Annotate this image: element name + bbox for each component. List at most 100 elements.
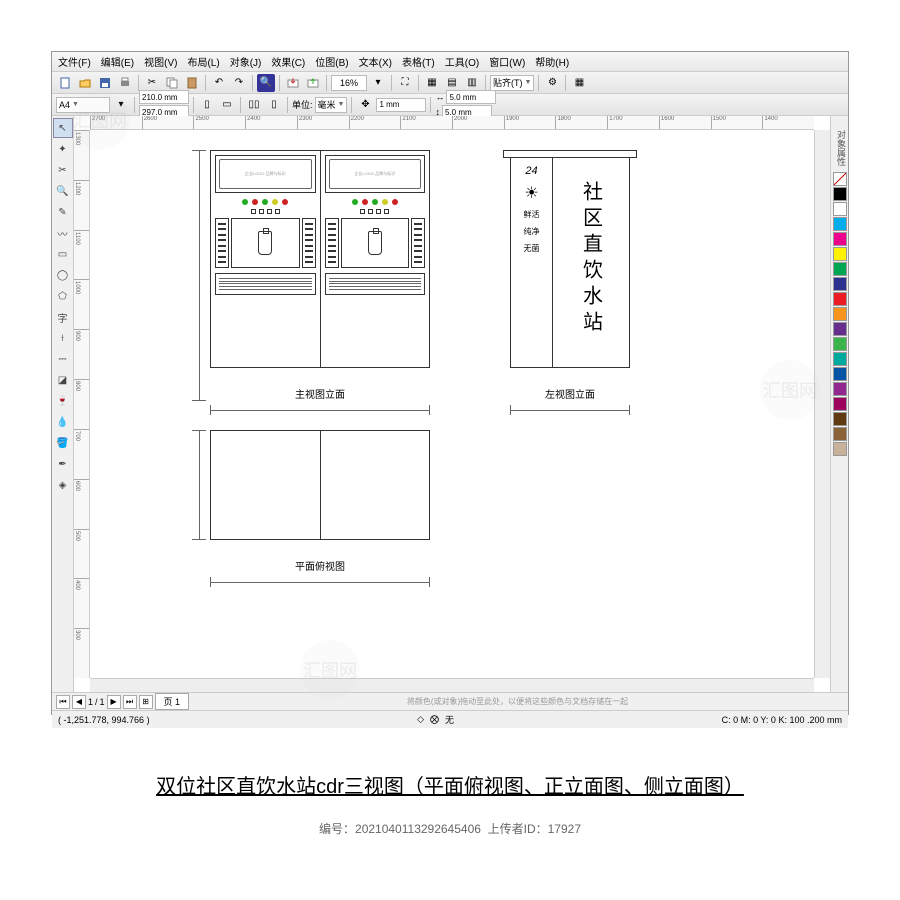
next-page-icon[interactable]: ▶: [107, 695, 121, 709]
menu-effects[interactable]: 效果(C): [271, 54, 305, 69]
undo-icon[interactable]: ↶: [210, 74, 228, 92]
dimension-horizontal: [210, 405, 430, 415]
dropshadow-tool-icon[interactable]: ◪: [53, 370, 73, 390]
snap-dropdown[interactable]: 贴齐(T)▼: [490, 75, 534, 91]
swatch[interactable]: [833, 247, 847, 261]
swatch[interactable]: [833, 217, 847, 231]
zoom-dropdown-icon[interactable]: ▾: [369, 74, 387, 92]
swatch[interactable]: [833, 277, 847, 291]
menu-edit[interactable]: 编辑(E): [101, 54, 134, 69]
eyedropper-tool-icon[interactable]: 💧: [53, 412, 73, 432]
swatch[interactable]: [833, 292, 847, 306]
swatch[interactable]: [833, 232, 847, 246]
page-tab[interactable]: 页 1: [155, 693, 190, 710]
swatch[interactable]: [833, 202, 847, 216]
outline-tool-icon[interactable]: ✒: [53, 454, 73, 474]
portrait-icon[interactable]: ▯: [198, 96, 216, 114]
guides-icon[interactable]: ▥: [463, 74, 481, 92]
swatch[interactable]: [833, 262, 847, 276]
docker-tab[interactable]: 对象属性: [831, 130, 848, 166]
print-icon[interactable]: [116, 74, 134, 92]
first-page-icon[interactable]: ⏮: [56, 695, 70, 709]
search-icon[interactable]: 🔍: [257, 74, 275, 92]
nudge-input[interactable]: [376, 98, 426, 112]
station-title: 社区直饮水站: [577, 181, 606, 337]
outline-indicator-icon[interactable]: ⨂: [430, 714, 439, 725]
menu-window[interactable]: 窗口(W): [489, 54, 525, 69]
page-size-dropdown[interactable]: A4▼: [56, 97, 110, 113]
redo-icon[interactable]: ↷: [230, 74, 248, 92]
swatch[interactable]: [833, 352, 847, 366]
zoom-input[interactable]: [331, 75, 367, 91]
transparency-tool-icon[interactable]: 🍷: [53, 391, 73, 411]
swatch[interactable]: [833, 367, 847, 381]
unit-dropdown[interactable]: 毫米▼: [315, 97, 348, 113]
menu-object[interactable]: 对象(J): [230, 54, 262, 69]
swatch[interactable]: [833, 307, 847, 321]
import-icon[interactable]: [284, 74, 302, 92]
options-icon[interactable]: ⚙: [543, 74, 561, 92]
rectangle-tool-icon[interactable]: ▭: [53, 244, 73, 264]
current-page-icon[interactable]: ▯: [265, 96, 283, 114]
last-page-icon[interactable]: ⏭: [123, 695, 137, 709]
scrollbar-horizontal[interactable]: [90, 678, 814, 692]
nudge-icon: ✥: [356, 96, 374, 114]
menu-file[interactable]: 文件(F): [58, 54, 91, 69]
sun-icon: ☀: [524, 183, 538, 203]
shape-tool-icon[interactable]: ✦: [53, 139, 73, 159]
parallel-dim-icon[interactable]: ⟊: [53, 328, 73, 348]
crop-tool-icon[interactable]: ✂: [53, 160, 73, 180]
swatch[interactable]: [833, 397, 847, 411]
swatch[interactable]: [833, 337, 847, 351]
add-page-icon[interactable]: ⊞: [139, 695, 153, 709]
front-elevation: 企业LOGO 品牌与标识: [210, 150, 430, 401]
swatch[interactable]: [833, 322, 847, 336]
freehand-tool-icon[interactable]: ✎: [53, 202, 73, 222]
prev-page-icon[interactable]: ◀: [72, 695, 86, 709]
grid-icon[interactable]: ▤: [443, 74, 461, 92]
dup-x-input[interactable]: [446, 90, 496, 104]
launcher-icon[interactable]: ▦: [570, 74, 588, 92]
ellipse-tool-icon[interactable]: ◯: [53, 265, 73, 285]
page-width-input[interactable]: [139, 90, 189, 104]
page-preset-icon[interactable]: ▾: [112, 96, 130, 114]
copy-icon[interactable]: [163, 74, 181, 92]
ruler-vertical: 1300120011001000900800700600500400300: [74, 130, 90, 678]
canvas[interactable]: 企业LOGO 品牌与标识: [90, 130, 814, 678]
ruler-icon[interactable]: ▦: [423, 74, 441, 92]
fill-indicator-icon[interactable]: ◇: [417, 714, 424, 725]
swatch-none[interactable]: [833, 172, 847, 186]
swatch[interactable]: [833, 412, 847, 426]
cut-icon[interactable]: ✂: [143, 74, 161, 92]
swatch[interactable]: [833, 187, 847, 201]
menu-layout[interactable]: 布局(L): [187, 54, 219, 69]
front-view-label: 主视图立面: [210, 386, 430, 401]
menu-bitmap[interactable]: 位图(B): [315, 54, 348, 69]
polygon-tool-icon[interactable]: ⬠: [53, 286, 73, 306]
swatch[interactable]: [833, 427, 847, 441]
landscape-icon[interactable]: ▭: [218, 96, 236, 114]
fullscreen-icon[interactable]: ⛶: [396, 74, 414, 92]
artistic-tool-icon[interactable]: 〰: [53, 223, 73, 243]
zoom-tool-icon[interactable]: 🔍: [53, 181, 73, 201]
interactive-fill-icon[interactable]: ◈: [53, 475, 73, 495]
connector-tool-icon[interactable]: ⎓: [53, 349, 73, 369]
fill-tool-icon[interactable]: 🪣: [53, 433, 73, 453]
save-icon[interactable]: [96, 74, 114, 92]
page-navigator: ⏮ ◀ 1 / 1 ▶ ⏭ ⊞ 页 1 将颜色(或对象)拖动至此处，以便将这些颜…: [52, 692, 848, 710]
text-tool-icon[interactable]: 字: [53, 307, 73, 327]
export-icon[interactable]: [304, 74, 322, 92]
scrollbar-vertical[interactable]: [814, 130, 830, 678]
new-icon[interactable]: [56, 74, 74, 92]
paste-icon[interactable]: [183, 74, 201, 92]
open-icon[interactable]: [76, 74, 94, 92]
pick-tool-icon[interactable]: ↖: [53, 118, 73, 138]
swatch[interactable]: [833, 382, 847, 396]
all-pages-icon[interactable]: ▯▯: [245, 96, 263, 114]
swatch[interactable]: [833, 442, 847, 456]
menu-view[interactable]: 视图(V): [144, 54, 177, 69]
menu-tools[interactable]: 工具(O): [445, 54, 479, 69]
menu-help[interactable]: 帮助(H): [535, 54, 569, 69]
menu-table[interactable]: 表格(T): [402, 54, 435, 69]
menu-text[interactable]: 文本(X): [359, 54, 392, 69]
